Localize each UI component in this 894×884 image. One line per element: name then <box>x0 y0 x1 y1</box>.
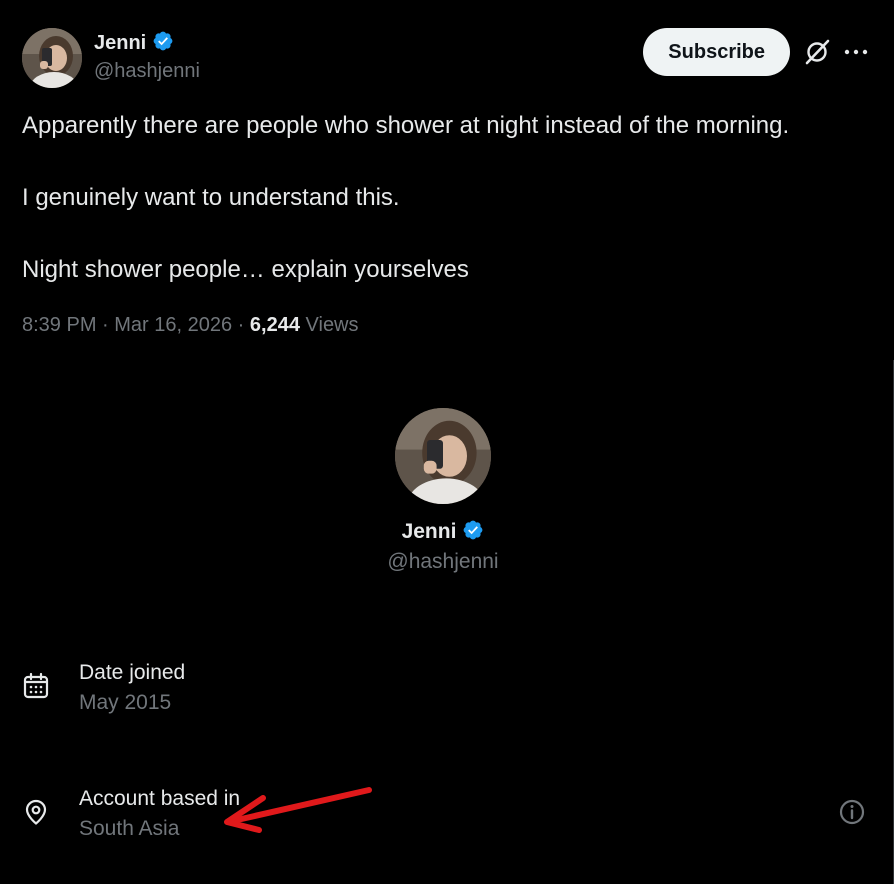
verified-badge-icon <box>462 519 484 546</box>
meta-separator: · <box>232 314 250 336</box>
post-text-line: Apparently there are people who shower a… <box>22 112 790 139</box>
grok-icon[interactable] <box>803 38 831 66</box>
post-header: Jenni @hashjenni Subscribe <box>22 28 872 90</box>
account-location-row: Account based in South Asia <box>22 784 872 848</box>
post-text-line: Night shower people… explain yourselves <box>22 256 469 283</box>
author-handle[interactable]: @hashjenni <box>94 60 200 83</box>
calendar-icon <box>22 672 50 700</box>
subscribe-button[interactable]: Subscribe <box>643 28 790 76</box>
location-label: Account based in <box>79 787 241 810</box>
date-joined-value: May 2015 <box>79 691 172 714</box>
more-icon[interactable] <box>844 38 868 66</box>
location-value: South Asia <box>79 817 180 840</box>
post-meta: 8:39 PM · Mar 16, 2026 · 6,244 Views <box>22 314 359 337</box>
author-name[interactable]: Jenni <box>94 32 146 55</box>
profile-name: Jenni <box>401 520 457 543</box>
post-text: Apparently there are people who shower a… <box>22 108 882 288</box>
views-count: 6,244 <box>249 314 300 336</box>
post-timestamp[interactable]: 8:39 PM · Mar 16, 2026 <box>22 314 232 336</box>
avatar-image <box>22 28 82 88</box>
post-text-line: I genuinely want to understand this. <box>22 184 400 211</box>
date-joined-row: Date joined May 2015 <box>22 658 872 722</box>
profile-handle: @hashjenni <box>387 550 499 573</box>
profile-avatar-image <box>395 408 491 504</box>
avatar[interactable] <box>22 28 82 88</box>
date-joined-label: Date joined <box>79 661 186 684</box>
location-pin-icon <box>22 798 50 826</box>
profile-card: Jenni @hashjenni <box>0 408 886 574</box>
profile-avatar[interactable] <box>395 408 491 504</box>
info-icon[interactable] <box>838 798 866 826</box>
post-detail-page: Jenni @hashjenni Subscribe Apparently th… <box>0 0 894 884</box>
author-block: Jenni @hashjenni <box>94 30 200 83</box>
views-label: Views <box>305 314 359 336</box>
verified-badge-icon <box>152 30 174 57</box>
